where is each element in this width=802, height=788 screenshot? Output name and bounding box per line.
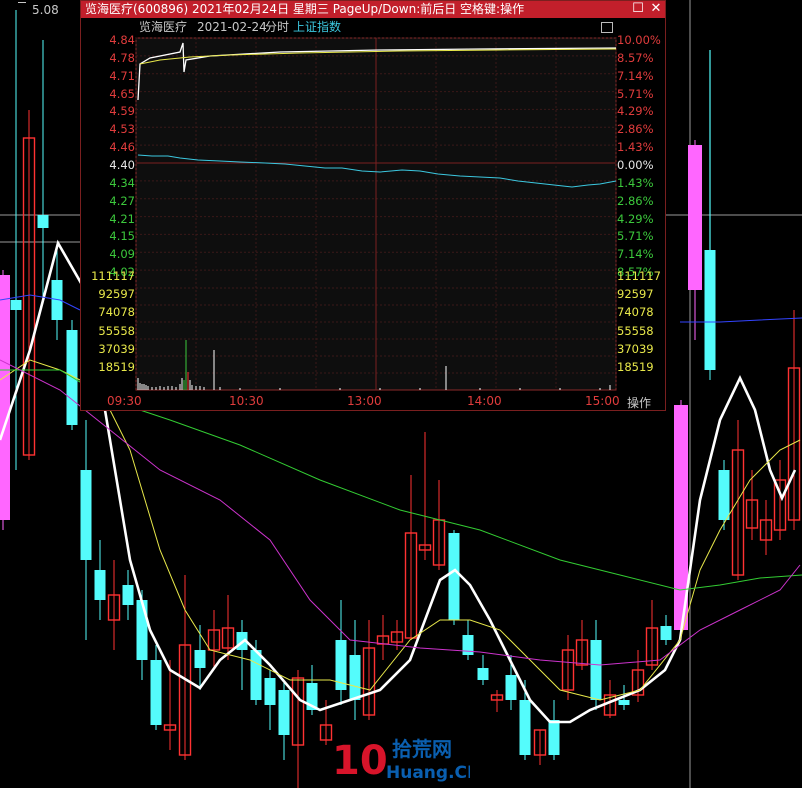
pct-tick: 0.00% [617, 158, 654, 172]
watermark-logo: 10 拾荒网 Huang.CN [332, 737, 470, 784]
candle-body [618, 700, 630, 705]
volume-tick: 74078 [617, 305, 654, 320]
price-tick: 4.53 [109, 122, 135, 137]
candle-body [136, 600, 148, 660]
watermark-cn: 拾荒网 [392, 737, 452, 761]
time-tick: 15:00 [585, 394, 620, 408]
price-tick: 4.27 [109, 193, 135, 208]
pct-tick: 10.00% [617, 33, 661, 47]
volume-tick: 74078 [98, 305, 135, 320]
pct-tick: 2.86% [617, 193, 654, 208]
volume-tick: 18519 [617, 360, 654, 375]
volume-tick: 37039 [98, 341, 135, 356]
candle-body [264, 678, 276, 705]
time-tick: 14:00 [467, 394, 502, 408]
intraday-popup-window[interactable]: 览海医疗(600896) 2021年02月24日 星期三 PageUp/Down… [80, 0, 666, 411]
pct-tick: 4.29% [617, 211, 654, 226]
pct-tick: 4.29% [617, 104, 654, 119]
candle-body [0, 275, 10, 520]
operate-button[interactable]: 操作 [627, 394, 651, 411]
candle-body [122, 585, 134, 605]
candle-body [462, 635, 474, 655]
price-tick: 4.15 [109, 229, 135, 244]
volume-tick: 55558 [98, 323, 135, 338]
watermark-number: 10 [332, 738, 388, 784]
candle-body [80, 470, 92, 560]
intraday-chart [135, 37, 617, 391]
candle-body [150, 660, 162, 725]
time-tick: 09:30 [107, 394, 142, 408]
pct-tick: 7.14% [617, 247, 654, 262]
price-tick: 4.34 [109, 175, 135, 190]
price-tick: 4.78 [109, 50, 135, 65]
candle-body [505, 675, 517, 700]
time-tick: 10:30 [229, 394, 264, 408]
candle-body [590, 640, 602, 700]
price-tick: 4.09 [109, 247, 135, 262]
candle-body [477, 668, 489, 680]
watermark-en: Huang.CN [386, 763, 470, 783]
pct-tick: 8.57% [617, 50, 654, 65]
price-tick: 4.21 [109, 211, 135, 226]
candle-body [278, 690, 290, 735]
top-price-tick [18, 2, 26, 3]
candle-body [704, 250, 716, 370]
pct-tick: 1.43% [617, 175, 654, 190]
volume-tick: 92597 [617, 287, 654, 302]
volume-tick: 111117 [91, 269, 135, 283]
candle-body [448, 533, 460, 620]
price-tick: 4.71 [109, 68, 135, 83]
candle-body [194, 650, 206, 668]
pct-tick: 7.14% [617, 68, 654, 83]
volume-tick: 92597 [98, 287, 135, 302]
volume-tick: 37039 [617, 341, 654, 356]
candle-body [519, 700, 531, 755]
pct-tick: 5.71% [617, 229, 654, 244]
price-tick: 4.40 [109, 158, 135, 172]
pct-tick: 1.43% [617, 140, 654, 155]
candle-body [660, 626, 672, 640]
candle-body [548, 720, 560, 755]
volume-tick: 55558 [617, 323, 654, 338]
price-tick: 4.84 [109, 33, 135, 47]
top-price-label: 5.08 [32, 3, 59, 17]
time-tick: 13:00 [347, 394, 382, 408]
pct-tick: 2.86% [617, 122, 654, 137]
pct-tick: 5.71% [617, 86, 654, 101]
candle-body [250, 650, 262, 700]
candle-body [94, 570, 106, 600]
candle-body [688, 145, 702, 290]
candle-body [10, 300, 22, 310]
price-tick: 4.65 [109, 86, 135, 101]
candle-body [718, 470, 730, 520]
candle-body [349, 655, 361, 700]
price-tick: 4.46 [109, 140, 135, 155]
volume-tick: 111117 [617, 269, 661, 283]
candle-body [37, 215, 49, 228]
ma-blue-line [680, 317, 802, 323]
volume-tick: 18519 [98, 360, 135, 375]
price-tick: 4.59 [109, 104, 135, 119]
